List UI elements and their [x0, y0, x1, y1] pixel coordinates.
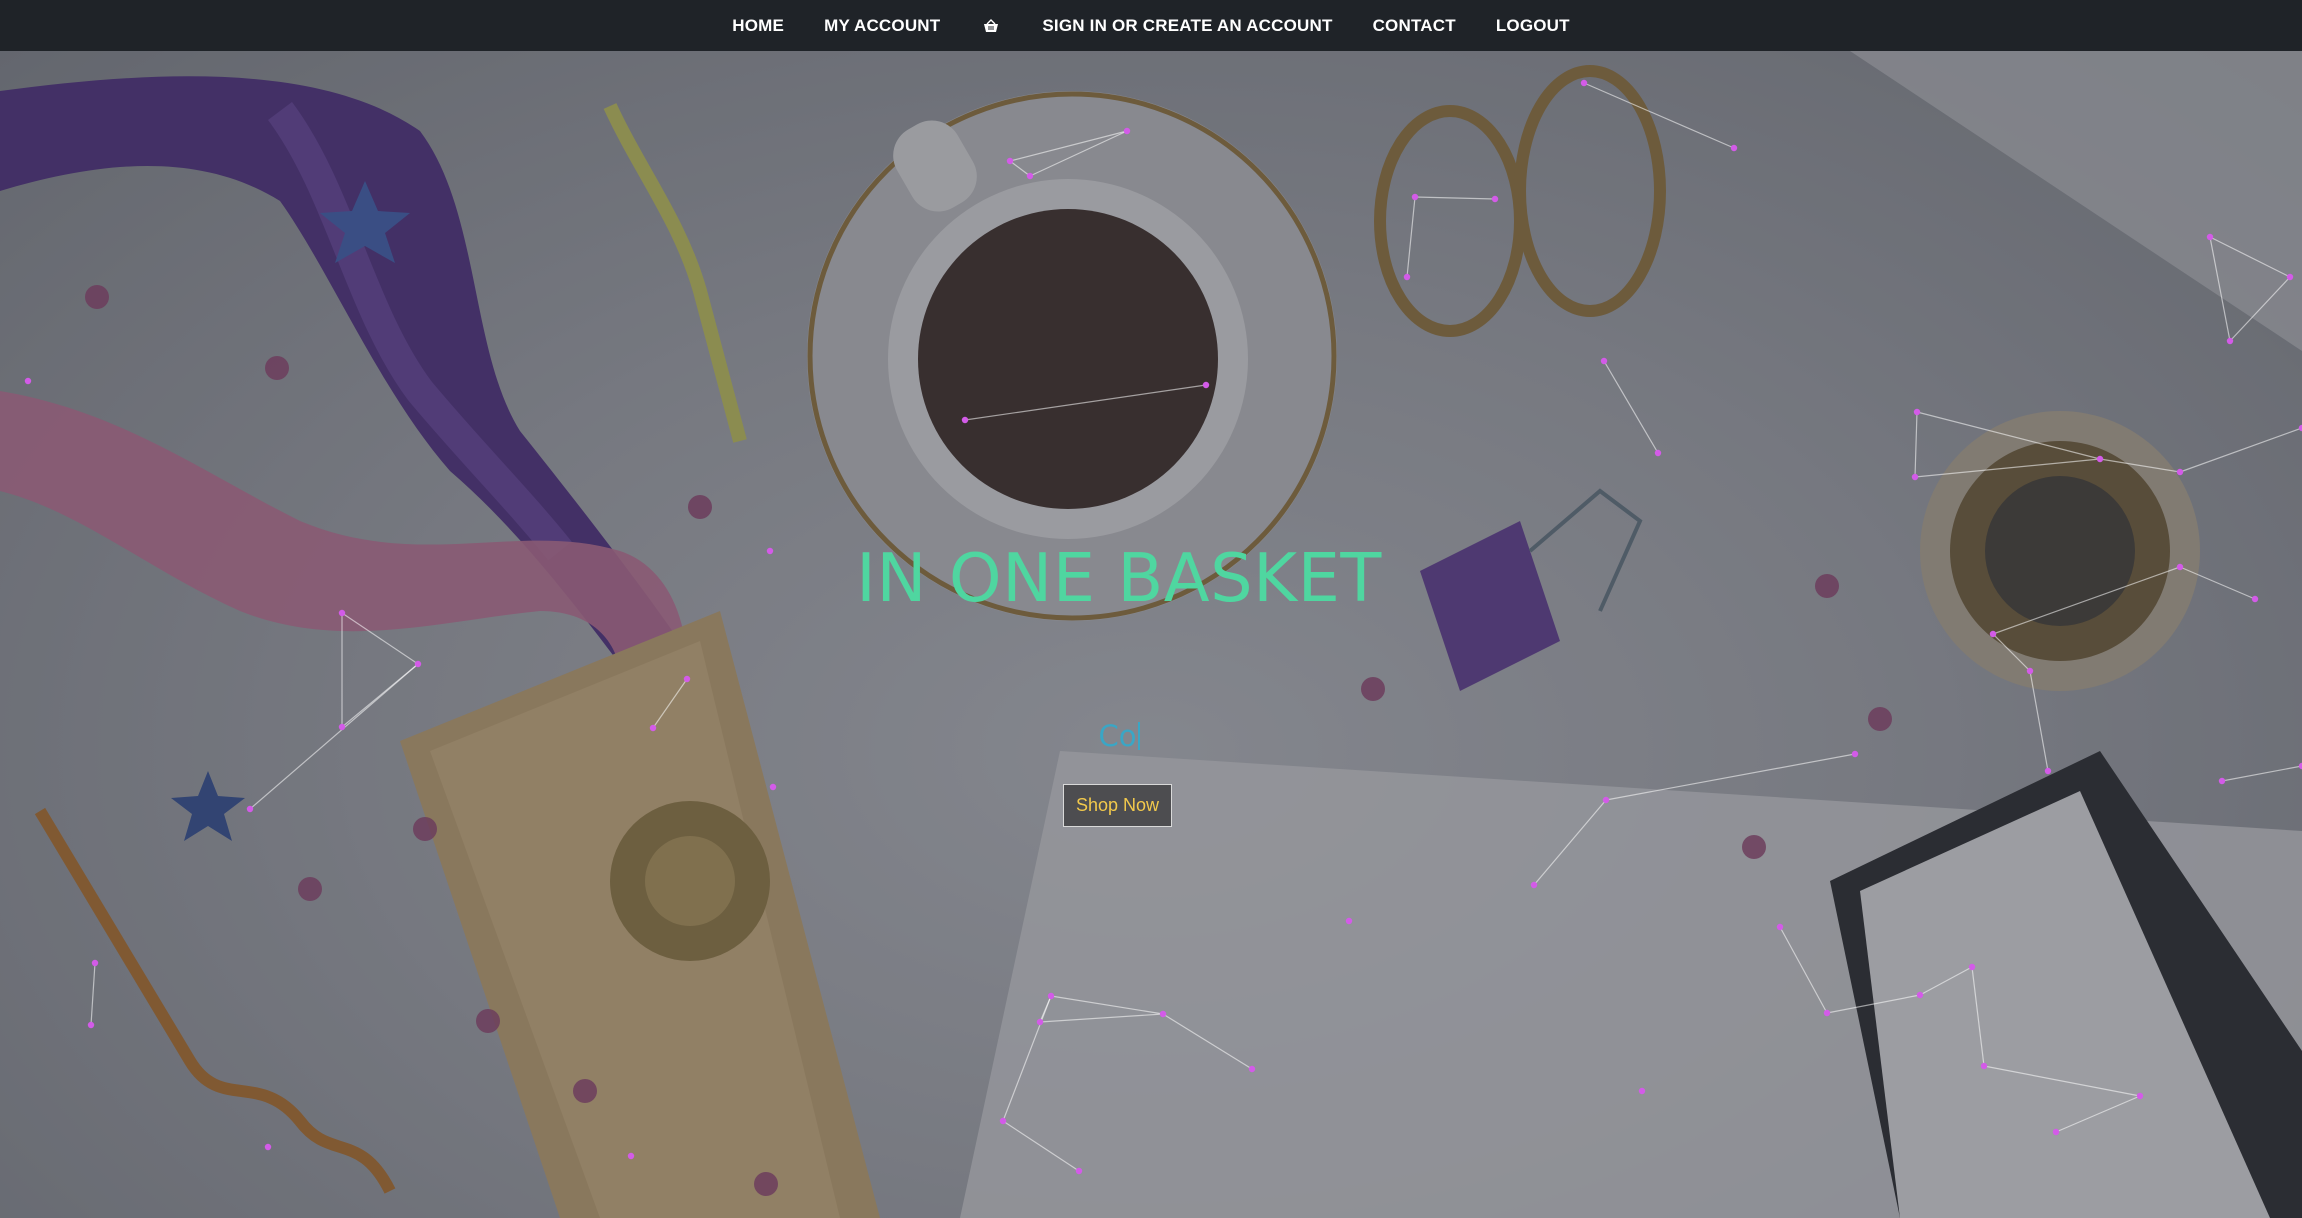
- nav-list: HOME MY ACCOUNT SIGN IN OR CREATE AN ACC…: [732, 0, 1569, 51]
- hero-title: IN ONE BASKET: [856, 539, 1382, 617]
- hero-section: IN ONE BASKET Co Shop Now: [0, 51, 2302, 1218]
- shop-now-button[interactable]: Shop Now: [1063, 784, 1172, 827]
- nav-logout-link[interactable]: LOGOUT: [1496, 17, 1570, 34]
- typed-text-value: Co: [1098, 719, 1137, 753]
- typed-text: Co: [0, 719, 2238, 753]
- nav-contact-link[interactable]: CONTACT: [1373, 17, 1456, 34]
- nav-home-link[interactable]: HOME: [732, 17, 784, 34]
- typing-caret: [1137, 722, 1140, 750]
- top-navigation: HOME MY ACCOUNT SIGN IN OR CREATE AN ACC…: [0, 0, 2302, 51]
- nav-my-account-link[interactable]: MY ACCOUNT: [824, 17, 940, 34]
- nav-sign-in-link[interactable]: SIGN IN OR CREATE AN ACCOUNT: [1042, 17, 1332, 34]
- hero-content: IN ONE BASKET Co Shop Now: [0, 51, 2302, 1218]
- basket-icon[interactable]: [980, 17, 1002, 35]
